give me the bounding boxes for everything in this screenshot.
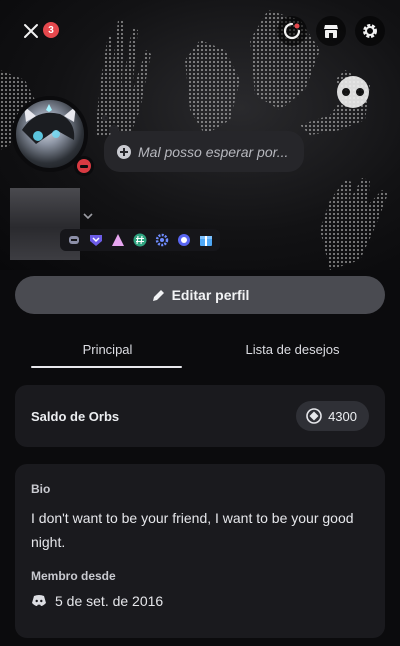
bio-text: I don't want to be your friend, I want t… bbox=[31, 510, 354, 550]
member-since-title: Membro desde bbox=[31, 569, 116, 583]
gear-icon bbox=[363, 24, 377, 38]
bio-title: Bio bbox=[31, 482, 51, 496]
orbs-value: 4300 bbox=[328, 408, 357, 424]
notification-badge: 3 bbox=[43, 22, 59, 38]
settings-button[interactable] bbox=[355, 16, 385, 46]
name-dropdown[interactable] bbox=[82, 208, 94, 226]
discord-icon bbox=[32, 595, 46, 606]
orb-badge-icon[interactable] bbox=[176, 232, 192, 248]
nitro-boost-icon bbox=[283, 22, 301, 40]
hashtag-badge-icon[interactable] bbox=[132, 232, 148, 248]
profile-tabs: Principal Lista de desejos bbox=[15, 330, 385, 368]
nitro-triangle-icon[interactable] bbox=[110, 232, 126, 248]
dnd-status-icon bbox=[74, 156, 94, 176]
avatar-art bbox=[22, 104, 76, 144]
chevron-down-icon bbox=[83, 213, 93, 220]
close-button[interactable] bbox=[18, 18, 44, 44]
status-text: Mal posso esperar por... bbox=[138, 143, 289, 160]
member-since-date: 5 de set. de 2016 bbox=[55, 593, 164, 609]
tab-wishlist[interactable]: Lista de desejos bbox=[200, 330, 385, 368]
tab-label: Principal bbox=[82, 341, 133, 357]
custom-status-bubble[interactable]: Mal posso esperar por... bbox=[102, 115, 304, 172]
pencil-icon bbox=[152, 289, 164, 301]
shop-button[interactable] bbox=[316, 16, 346, 46]
shield-badge-icon[interactable] bbox=[88, 232, 104, 248]
shop-icon bbox=[324, 25, 338, 38]
avatar[interactable] bbox=[12, 96, 94, 176]
orbs-title: Saldo de Orbs bbox=[31, 408, 120, 424]
tab-label: Lista de desejos bbox=[245, 341, 340, 357]
member-since-row: 5 de set. de 2016 bbox=[31, 593, 369, 609]
nitro-button[interactable] bbox=[277, 16, 307, 46]
orbs-balance-pill[interactable]: 4300 bbox=[296, 401, 369, 431]
orb-icon bbox=[306, 408, 322, 424]
tab-principal[interactable]: Principal bbox=[15, 330, 200, 368]
close-icon bbox=[24, 24, 38, 38]
top-bar: 3 bbox=[0, 0, 400, 60]
edit-profile-label: Editar perfil bbox=[171, 287, 250, 303]
hypesquad-icon[interactable] bbox=[66, 232, 82, 248]
gift-badge-icon[interactable] bbox=[198, 232, 214, 248]
add-status-icon bbox=[117, 144, 131, 159]
bio-card: Bio I don't want to be your friend, I wa… bbox=[15, 464, 385, 638]
badge-row bbox=[60, 229, 220, 251]
orbs-balance-card[interactable]: Saldo de Orbs 4300 bbox=[15, 385, 385, 447]
edit-profile-button[interactable]: Editar perfil bbox=[15, 276, 385, 314]
gear-badge-icon[interactable] bbox=[154, 232, 170, 248]
